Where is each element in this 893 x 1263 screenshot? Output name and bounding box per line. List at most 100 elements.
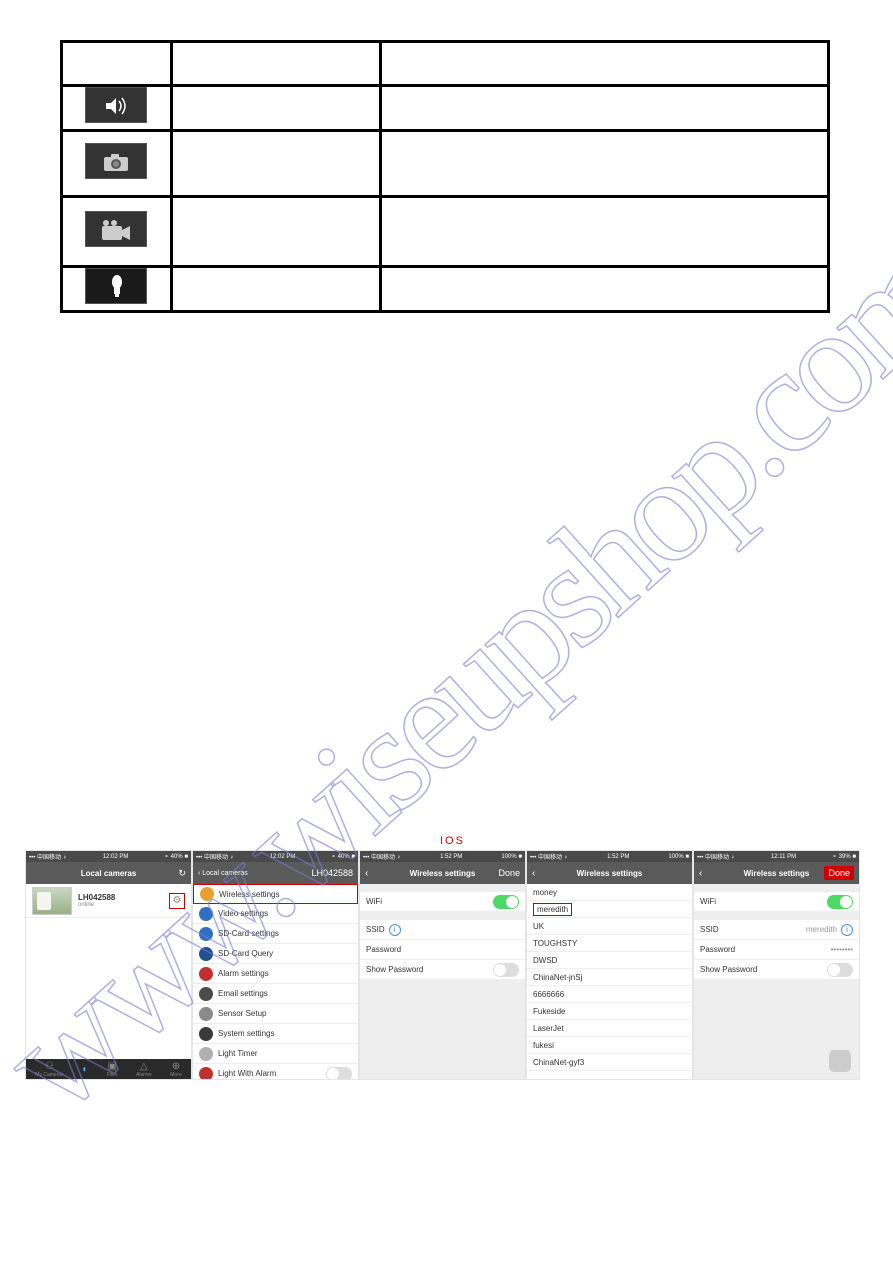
ssid-value: meredith	[806, 925, 837, 934]
network-name: money	[533, 888, 557, 897]
settings-item[interactable]: SD-Card settings	[193, 924, 358, 944]
network-name: ChinaNet-jnSj	[533, 973, 582, 982]
network-name: Fukeside	[533, 1007, 565, 1016]
network-name: meredith	[533, 903, 572, 916]
settings-item[interactable]: Light Timer	[193, 1044, 358, 1064]
nav-title: Wireless settings	[744, 869, 810, 878]
settings-item[interactable]: Video settings	[193, 904, 358, 924]
row-bulb	[62, 267, 829, 312]
setting-label: System settings	[218, 1029, 274, 1038]
status-bar: ••• 中国移动 ♀ 12:02 PM ⚬ 40% ■	[26, 851, 191, 862]
row-wifi[interactable]: WiFi	[360, 892, 525, 912]
camera-entry[interactable]: LH042588 online ⚙	[26, 884, 191, 918]
light-alarm-toggle[interactable]	[326, 1067, 352, 1081]
network-name: ChinaNet-gyf3	[533, 1058, 584, 1067]
wifi-network[interactable]: fukesi	[527, 1037, 692, 1054]
row-ssid[interactable]: SSID meredith i	[694, 920, 859, 940]
setting-icon	[199, 1047, 213, 1061]
show-password-toggle[interactable]	[493, 963, 519, 977]
nav-title: Local cameras	[81, 869, 137, 878]
nav-title: Wireless settings	[577, 869, 643, 878]
setting-icon	[199, 1067, 213, 1081]
network-name: 6666666	[533, 990, 564, 999]
header-row	[62, 42, 829, 86]
clock: 12:02 PM	[103, 854, 129, 860]
settings-item[interactable]: Light With Alarm	[193, 1064, 358, 1080]
row-password[interactable]: Password ••••••••	[694, 940, 859, 960]
tab-alarms[interactable]: △Alarms	[136, 1061, 152, 1078]
wifi-network[interactable]: DWSD	[527, 952, 692, 969]
wifi-toggle[interactable]	[827, 895, 853, 909]
status-bar: ••• 中国移动 ♀ 12:11 PM ⚬ 39% ■	[694, 851, 859, 862]
ssid-info-icon[interactable]: i	[841, 924, 853, 936]
camera-icon	[85, 143, 147, 179]
wifi-network[interactable]: ChinaNet-jnSj	[527, 969, 692, 986]
wifi-network[interactable]: Fukeside	[527, 1003, 692, 1020]
settings-item[interactable]: System settings	[193, 1024, 358, 1044]
back-button[interactable]: ‹	[365, 868, 368, 879]
row-camera	[62, 131, 829, 197]
camera-id: LH042588	[78, 893, 115, 902]
back-button[interactable]: ‹	[532, 868, 535, 879]
row-show-password[interactable]: Show Password	[694, 960, 859, 980]
wifi-network[interactable]: meredith	[527, 901, 692, 918]
row-show-password[interactable]: Show Password	[360, 960, 525, 980]
battery: ⚬ 40% ■	[164, 853, 188, 860]
settings-item[interactable]: Alarm settings	[193, 964, 358, 984]
settings-item[interactable]: Email settings	[193, 984, 358, 1004]
row-password[interactable]: Password	[360, 940, 525, 960]
bulb-icon	[85, 268, 147, 304]
setting-label: Light With Alarm	[218, 1069, 276, 1078]
video-icon	[85, 211, 147, 247]
settings-item[interactable]: Wireless settings	[193, 884, 358, 904]
setting-icon	[199, 927, 213, 941]
network-name: UK	[533, 922, 544, 931]
tab-more[interactable]: ⊕More	[170, 1061, 181, 1078]
setting-label: Video settings	[218, 909, 268, 918]
network-name: TOUGHSTY	[533, 939, 577, 948]
screen-network-list: ••• 中国移动 ♀ 1:52 PM 100% ■ ‹ Wireless set…	[526, 850, 693, 1080]
screen-local-cameras: ••• 中国移动 ♀ 12:02 PM ⚬ 40% ■ Local camera…	[25, 850, 192, 1080]
setting-icon	[199, 987, 213, 1001]
done-button[interactable]: Done	[824, 866, 854, 880]
row-ssid[interactable]: SSID i	[360, 920, 525, 940]
wifi-toggle[interactable]	[493, 895, 519, 909]
tab-my-cameras[interactable]: ⚇My Cameras	[35, 1061, 63, 1078]
nav-bar: ‹ Wireless settings Done	[694, 862, 859, 884]
wifi-network[interactable]: ChinaNet-gyf3	[527, 1054, 692, 1071]
wifi-network[interactable]: UK	[527, 918, 692, 935]
setting-label: Alarm settings	[218, 969, 269, 978]
settings-gear-icon[interactable]: ⚙	[169, 893, 185, 909]
screen-wireless-filled: ••• 中国移动 ♀ 12:11 PM ⚬ 39% ■ ‹ Wireless s…	[693, 850, 860, 1080]
tab-2[interactable]: ◐	[82, 1064, 88, 1075]
setting-label: SD-Card Query	[218, 949, 273, 958]
setting-label: SD-Card settings	[218, 929, 279, 938]
tab-files[interactable]: ▣Files	[107, 1061, 118, 1078]
wifi-network[interactable]: 6666666	[527, 986, 692, 1003]
nav-bar: Local cameras ↻	[26, 862, 191, 884]
back-button[interactable]: ‹	[699, 868, 702, 879]
wifi-network[interactable]: LaserJet	[527, 1020, 692, 1037]
back-button[interactable]: ‹ Local cameras	[198, 870, 248, 877]
show-password-toggle[interactable]	[827, 963, 853, 977]
network-name: LaserJet	[533, 1024, 564, 1033]
password-value: ••••••••	[831, 945, 853, 954]
wifi-network[interactable]: money	[527, 884, 692, 901]
status-bar: ••• 中国移动 ♀ 1:52 PM 100% ■	[360, 851, 525, 862]
setting-icon	[199, 907, 213, 921]
done-button[interactable]: Done	[498, 868, 520, 878]
setting-icon	[199, 1007, 213, 1021]
refresh-icon[interactable]: ↻	[178, 868, 186, 879]
setting-icon	[199, 1027, 213, 1041]
row-wifi[interactable]: WiFi	[694, 892, 859, 912]
settings-item[interactable]: SD-Card Query	[193, 944, 358, 964]
setting-icon	[200, 887, 214, 901]
status-bar: ••• 中国移动 ♀ 1:52 PM 100% ■	[527, 851, 692, 862]
network-name: DWSD	[533, 956, 557, 965]
ssid-info-icon[interactable]: i	[389, 924, 401, 936]
feature-table	[60, 40, 830, 313]
settings-item[interactable]: Sensor Setup	[193, 1004, 358, 1024]
wifi-network[interactable]: TOUGHSTY	[527, 935, 692, 952]
row-speaker	[62, 86, 829, 131]
setting-label: Wireless settings	[219, 890, 279, 899]
